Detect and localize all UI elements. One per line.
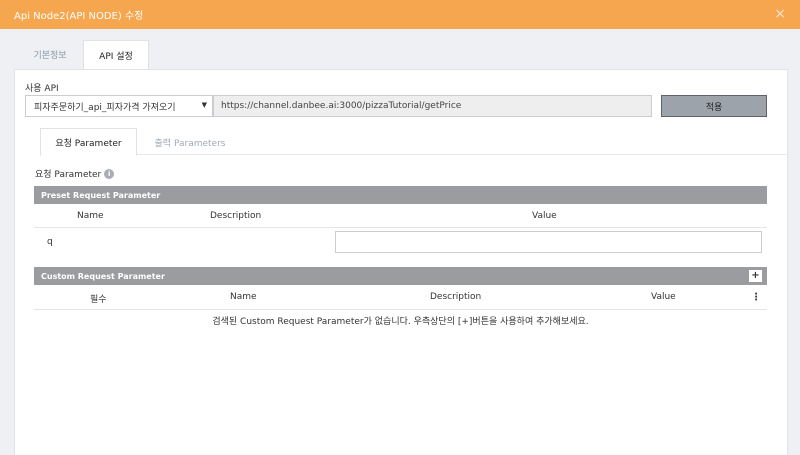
api-label: 사용 API <box>25 84 59 94</box>
preset-header-divider <box>34 227 767 228</box>
caret-down-icon: ▼ <box>201 101 207 109</box>
api-settings-panel: 사용 API 피자주문하기_api_피자가격 가져오기 ▼ https://ch… <box>14 69 789 455</box>
custom-section-header: Custom Request Parameter + <box>34 267 767 285</box>
custom-header-divider <box>34 309 767 310</box>
info-icon[interactable]: i <box>104 168 115 179</box>
preset-value-input[interactable] <box>335 231 762 253</box>
preset-section-title: Preset Request Parameter <box>41 190 161 200</box>
custom-col-name: Name <box>230 292 257 302</box>
tab-api-settings[interactable]: API 설정 <box>83 40 149 69</box>
dialog-titlebar: Api Node2(API NODE) 수정 × <box>0 0 800 29</box>
dialog-body: 기본정보 API 설정 사용 API 피자주문하기_api_피자가격 가져오기 … <box>0 29 800 455</box>
preset-section-header: Preset Request Parameter <box>34 186 767 204</box>
add-parameter-button[interactable]: + <box>749 270 762 282</box>
close-icon[interactable]: × <box>774 6 786 22</box>
api-url-field: https://channel.danbee.ai:3000/pizzaTuto… <box>213 95 652 117</box>
request-section-label: 요청 Parameter <box>35 170 102 180</box>
api-select[interactable]: 피자주문하기_api_피자가격 가져오기 ▼ <box>25 95 213 117</box>
api-select-value: 피자주문하기_api_피자가격 가져오기 <box>34 102 176 113</box>
request-section-title: 요청 Parameter i <box>35 167 115 180</box>
preset-col-description: Description <box>210 211 262 221</box>
more-options-icon[interactable]: ⋮ <box>751 292 761 303</box>
dialog-title: Api Node2(API NODE) 수정 <box>14 11 144 22</box>
custom-col-value: Value <box>651 292 676 302</box>
custom-empty-message: 검색된 Custom Request Parameter가 없습니다. 우측상단… <box>212 317 589 327</box>
apply-button[interactable]: 적용 <box>661 95 767 117</box>
preset-col-value: Value <box>532 211 557 221</box>
tab-request-parameter[interactable]: 요청 Parameter <box>40 128 137 156</box>
preset-col-name: Name <box>77 211 104 221</box>
custom-section-title: Custom Request Parameter <box>41 271 165 281</box>
custom-col-required: 필수 <box>90 295 107 305</box>
preset-row-name: q <box>47 237 53 247</box>
custom-col-description: Description <box>430 292 482 302</box>
top-tabs: 기본정보 API 설정 <box>18 40 149 69</box>
tab-output-parameters[interactable]: 출력 Parameters <box>140 128 240 156</box>
param-subtabs: 요청 Parameter 출력 Parameters <box>40 128 789 156</box>
tab-basic-info[interactable]: 기본정보 <box>18 40 82 69</box>
